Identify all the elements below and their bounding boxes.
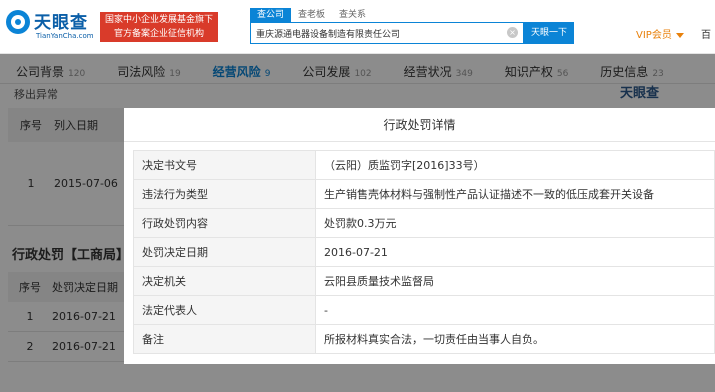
detail-label: 法定代表人	[133, 295, 316, 325]
detail-label: 行政处罚内容	[133, 208, 316, 238]
detail-label: 处罚决定日期	[133, 237, 316, 267]
detail-row: 备注 所报材料真实合法，一切责任由当事人自负。	[133, 324, 715, 354]
caret-down-icon	[675, 32, 684, 38]
detail-row: 处罚决定日期 2016-07-21	[133, 237, 715, 267]
detail-value: -	[315, 295, 715, 325]
detail-row: 决定书文号 （云阳）质监罚字[2016]33号）	[133, 150, 715, 180]
logo-mark-icon	[6, 10, 30, 34]
detail-label: 备注	[133, 324, 316, 354]
detail-value: 生产销售壳体材料与强制性产品认证描述不一致的低压成套开关设备	[315, 179, 715, 209]
detail-value: 云阳县质量技术监督局	[315, 266, 715, 296]
logo-subtext: TianYanCha.com	[36, 32, 94, 40]
search-tab-company[interactable]: 查公司	[250, 8, 292, 22]
search-box: ×	[250, 22, 524, 44]
search-type-tabs: 查公司 查老板 查关系	[250, 8, 373, 22]
modal-body: 决定书文号 （云阳）质监罚字[2016]33号） 违法行为类型 生产销售壳体材料…	[133, 150, 715, 354]
detail-row: 决定机关 云阳县质量技术监督局	[133, 266, 715, 296]
search-button[interactable]: 天眼一下	[524, 22, 574, 44]
detail-row: 法定代表人 -	[133, 295, 715, 325]
detail-row: 行政处罚内容 处罚款0.3万元	[133, 208, 715, 238]
badge-line-2: 官方备案企业征信机构	[113, 29, 204, 39]
penalty-detail-modal: 行政处罚详情 决定书文号 （云阳）质监罚字[2016]33号） 违法行为类型 生…	[124, 108, 715, 364]
vip-menu[interactable]: VIP会员	[636, 26, 684, 41]
detail-label: 决定书文号	[133, 150, 316, 180]
vip-label: VIP会员	[636, 30, 672, 41]
clear-icon[interactable]: ×	[507, 27, 518, 38]
detail-label: 决定机关	[133, 266, 316, 296]
detail-value: 处罚款0.3万元	[315, 208, 715, 238]
detail-value: 所报材料真实合法，一切责任由当事人自负。	[315, 324, 715, 354]
badge-line-1: 国家中小企业发展基金旗下	[104, 15, 213, 25]
detail-table: 决定书文号 （云阳）质监罚字[2016]33号） 违法行为类型 生产销售壳体材料…	[133, 150, 715, 354]
top-header: 天眼查 TianYanCha.com 国家中小企业发展基金旗下 官方备案企业征信…	[0, 0, 715, 54]
logo-text: 天眼查	[34, 13, 88, 33]
tianyancha-logo[interactable]: 天眼查 TianYanCha.com	[6, 8, 96, 46]
detail-value: （云阳）质监罚字[2016]33号）	[315, 150, 715, 180]
header-cut-text: 百	[701, 30, 711, 41]
detail-value: 2016-07-21	[315, 237, 715, 267]
modal-title: 行政处罚详情	[124, 108, 715, 142]
detail-label: 违法行为类型	[133, 179, 316, 209]
search-input[interactable]	[251, 23, 506, 43]
official-badge: 国家中小企业发展基金旗下 官方备案企业征信机构	[100, 12, 218, 42]
search-tab-relation[interactable]: 查关系	[332, 8, 373, 22]
detail-row: 违法行为类型 生产销售壳体材料与强制性产品认证描述不一致的低压成套开关设备	[133, 179, 715, 209]
search-tab-boss[interactable]: 查老板	[291, 8, 332, 22]
